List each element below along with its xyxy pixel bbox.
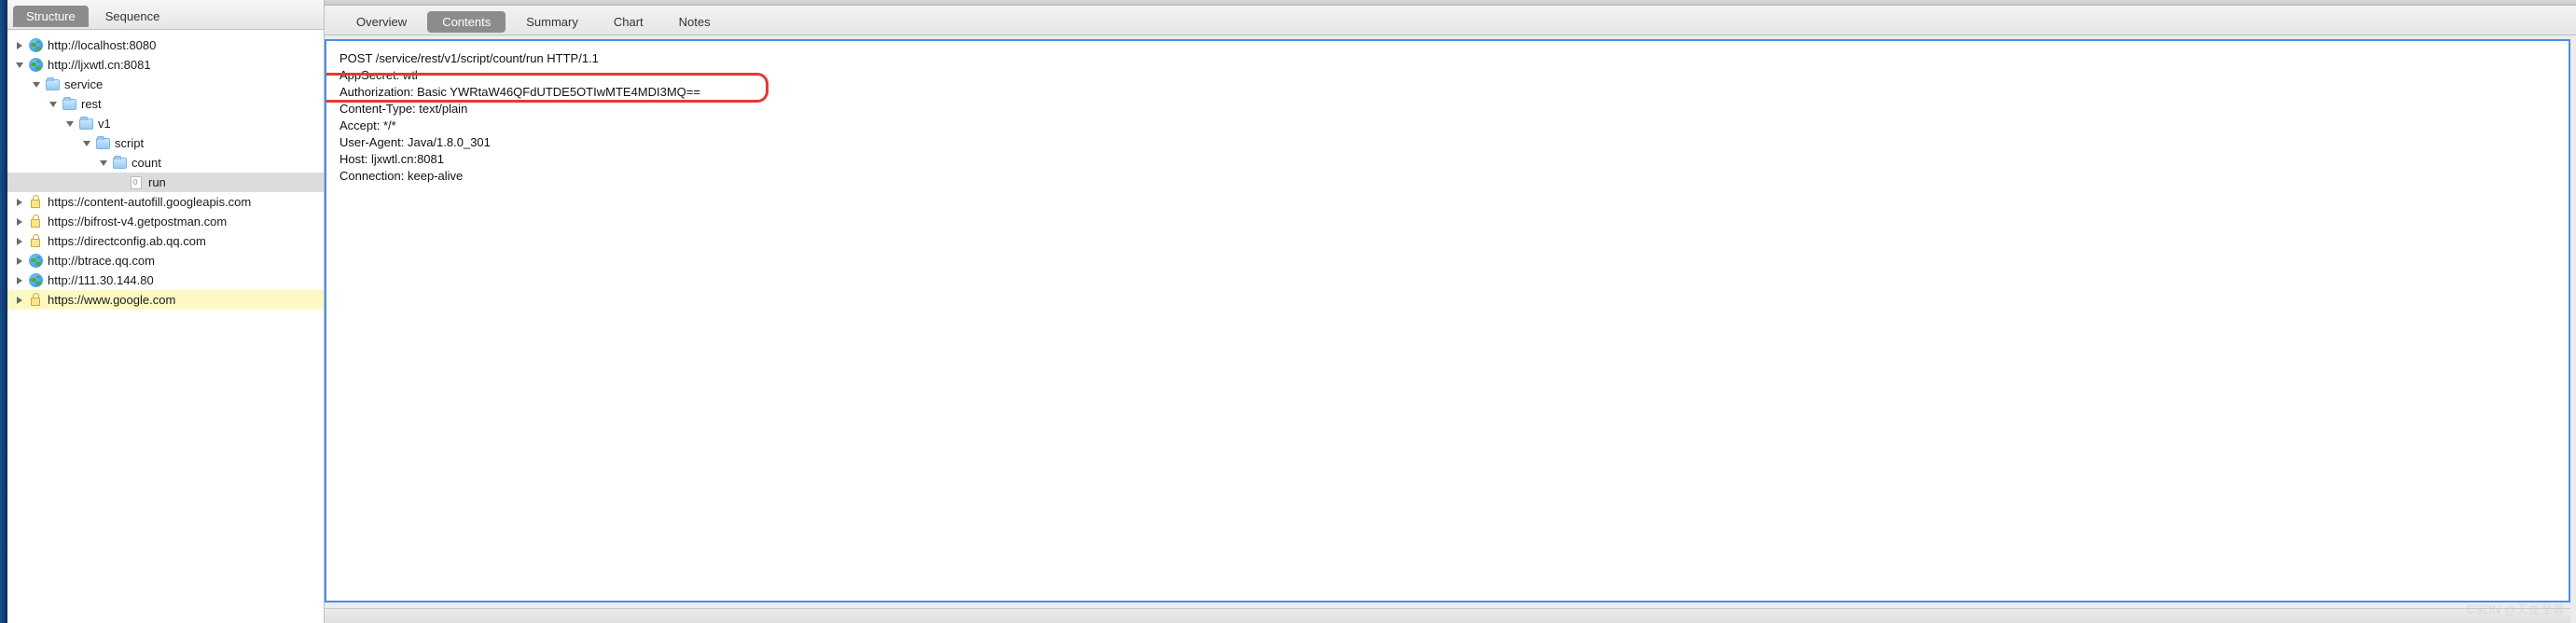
folder-icon bbox=[78, 117, 93, 132]
lock-icon bbox=[28, 234, 43, 249]
tab-chart[interactable]: Chart bbox=[599, 11, 658, 33]
disclosure-triangle[interactable] bbox=[80, 137, 93, 150]
tab-overview[interactable]: Overview bbox=[341, 11, 422, 33]
tree-node[interactable]: https://bifrost-v4.getpostman.com bbox=[7, 212, 324, 231]
tree-node-label: http://localhost:8080 bbox=[48, 38, 156, 52]
tree-node[interactable]: count bbox=[7, 153, 324, 173]
tree-node-label: https://directconfig.ab.qq.com bbox=[48, 234, 206, 248]
disclosure-triangle[interactable] bbox=[13, 294, 26, 307]
tree-node-label: https://www.google.com bbox=[48, 293, 175, 307]
tree-node[interactable]: https://directconfig.ab.qq.com bbox=[7, 231, 324, 251]
request-header-line: User-Agent: Java/1.8.0_301 bbox=[339, 135, 491, 149]
tree-node[interactable]: service bbox=[7, 75, 324, 94]
sidebar-tab-structure[interactable]: Structure bbox=[13, 6, 89, 27]
request-header-line: Authorization: Basic YWRtaW46QFdUTDE5OTI… bbox=[339, 85, 700, 99]
request-tree[interactable]: http://localhost:8080 http://ljxwtl.cn:80… bbox=[7, 30, 324, 623]
request-line: POST /service/rest/v1/script/count/run H… bbox=[339, 51, 599, 65]
tree-node-label: http://111.30.144.80 bbox=[48, 273, 154, 287]
disclosure-triangle[interactable] bbox=[13, 255, 26, 268]
tree-node-label: service bbox=[64, 77, 103, 91]
tree-node-label: http://ljxwtl.cn:8081 bbox=[48, 58, 151, 72]
lock-icon bbox=[28, 215, 43, 229]
sidebar-tabs: StructureSequence bbox=[7, 0, 324, 30]
globe-icon bbox=[28, 58, 43, 73]
main-panel: OverviewContentsSummary Chart Notes POST /… bbox=[325, 0, 2576, 623]
tree-node-label: https://content-autofill.googleapis.com bbox=[48, 195, 251, 209]
tree-node[interactable]: run bbox=[7, 173, 324, 192]
tree-node-label: https://bifrost-v4.getpostman.com bbox=[48, 215, 227, 228]
tree-node-label: v1 bbox=[98, 117, 111, 131]
tab-contents[interactable]: Contents bbox=[427, 11, 506, 33]
request-header-line: Content-Type: text/plain bbox=[339, 102, 467, 116]
left-edge-stripe bbox=[0, 0, 7, 623]
tab-summary[interactable]: Summary bbox=[511, 11, 593, 33]
folder-icon bbox=[62, 97, 76, 112]
disclosure-triangle[interactable] bbox=[13, 274, 26, 287]
tab-notes[interactable]: Notes bbox=[664, 11, 726, 33]
tree-node[interactable]: http://ljxwtl.cn:8081 bbox=[7, 55, 324, 75]
file-icon bbox=[129, 175, 144, 190]
tree-node[interactable]: script bbox=[7, 133, 324, 153]
tree-node[interactable]: http://111.30.144.80 bbox=[7, 270, 324, 290]
disclosure-triangle[interactable] bbox=[13, 39, 26, 52]
tree-node[interactable]: http://btrace.qq.com bbox=[7, 251, 324, 270]
request-header-line: Connection: keep-alive bbox=[339, 169, 463, 183]
tree-node-label: script bbox=[115, 136, 144, 150]
tree-node[interactable]: rest bbox=[7, 94, 324, 114]
bottom-sub-tabs bbox=[325, 608, 2570, 623]
disclosure-triangle[interactable] bbox=[30, 78, 43, 91]
folder-icon bbox=[45, 77, 60, 92]
disclosure-triangle[interactable] bbox=[63, 118, 76, 131]
disclosure-triangle[interactable] bbox=[97, 157, 110, 170]
tree-node[interactable]: v1 bbox=[7, 114, 324, 133]
globe-icon bbox=[28, 273, 43, 288]
contents-panel[interactable]: POST /service/rest/v1/script/count/run H… bbox=[325, 39, 2570, 602]
tree-node-label: count bbox=[132, 156, 161, 170]
disclosure-triangle[interactable] bbox=[13, 215, 26, 228]
request-header-line: Host: ljxwtl.cn:8081 bbox=[339, 152, 444, 166]
disclosure-triangle[interactable] bbox=[13, 196, 26, 209]
lock-icon bbox=[28, 195, 43, 210]
tree-node[interactable]: https://content-autofill.googleapis.com bbox=[7, 192, 324, 212]
tree-node[interactable]: https://www.google.com bbox=[7, 290, 324, 310]
disclosure-triangle[interactable] bbox=[47, 98, 60, 111]
disclosure-triangle[interactable] bbox=[114, 176, 127, 189]
main-tabs: OverviewContentsSummary Chart Notes bbox=[325, 6, 2576, 35]
tree-node[interactable]: http://localhost:8080 bbox=[7, 35, 324, 55]
globe-icon bbox=[28, 254, 43, 269]
disclosure-triangle[interactable] bbox=[13, 235, 26, 248]
request-header-line: AppSecret: wtl bbox=[339, 68, 418, 82]
lock-icon bbox=[28, 293, 43, 308]
folder-icon bbox=[95, 136, 110, 151]
tree-node-label: run bbox=[148, 175, 166, 189]
sidebar: StructureSequence http://localhost:8080h… bbox=[7, 0, 325, 623]
tree-node-label: http://btrace.qq.com bbox=[48, 254, 155, 268]
folder-icon bbox=[112, 156, 127, 171]
globe-icon bbox=[28, 38, 43, 53]
request-header-line: Accept: */* bbox=[339, 118, 396, 132]
disclosure-triangle[interactable] bbox=[13, 59, 26, 72]
sidebar-tab-sequence[interactable]: Sequence bbox=[92, 6, 173, 27]
tree-node-label: rest bbox=[81, 97, 102, 111]
